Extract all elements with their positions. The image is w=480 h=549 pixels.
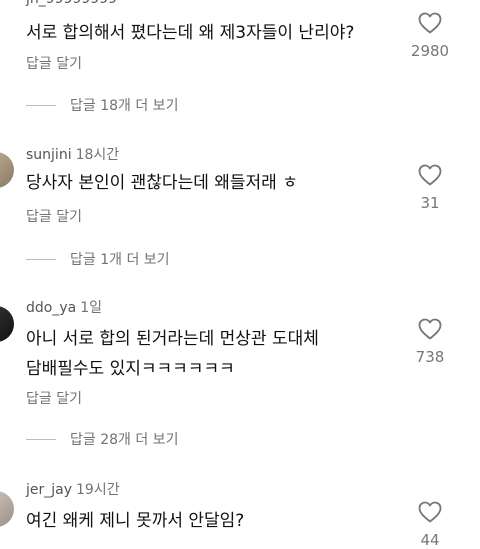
comment-item: sunjini 18시간 당사자 본인이 괜찮다는데 왜들저래 ㅎ 답글 달기 3… xyxy=(0,140,480,240)
heart-outline-icon xyxy=(418,164,442,186)
view-more-replies-button[interactable]: 답글 18개 더 보기 xyxy=(26,95,178,115)
user-avatar[interactable] xyxy=(0,491,14,527)
comment-timestamp: 19시간 xyxy=(76,482,120,498)
comment-item: jer_jay 19시간 여긴 왜케 제니 못까서 안달임? 44 xyxy=(0,473,480,549)
like-button[interactable]: 2980 xyxy=(400,12,460,60)
view-more-replies-label: 답글 18개 더 보기 xyxy=(70,98,179,114)
comment-meta: sunjini 18시간 xyxy=(26,144,119,164)
comment-meta: jh_99999999 xyxy=(26,0,117,7)
like-button[interactable]: 44 xyxy=(400,501,460,549)
view-more-replies-label: 답글 28개 더 보기 xyxy=(70,432,179,448)
comment-item: jh_99999999 서로 합의해서 폈다는데 왜 제3자들이 난리야? 답글… xyxy=(0,0,480,100)
like-count: 738 xyxy=(415,348,445,366)
comment-username[interactable]: ddo_ya xyxy=(26,300,76,316)
reply-button[interactable]: 답글 달기 xyxy=(26,206,82,226)
comment-text-line: 여긴 왜케 제니 못까서 안달임? xyxy=(26,511,245,531)
like-count: 31 xyxy=(420,194,440,212)
view-more-replies-button[interactable]: 답글 28개 더 보기 xyxy=(26,429,178,449)
heart-outline-icon xyxy=(418,501,442,523)
replies-divider-line xyxy=(26,258,56,260)
like-count: 2980 xyxy=(410,42,450,60)
comment-text-line: 담배필수도 있지ㅋㅋㅋㅋㅋㅋ xyxy=(26,359,235,379)
reply-button[interactable]: 답글 달기 xyxy=(26,388,82,408)
comment-text: 여긴 왜케 제니 못까서 안달임? xyxy=(26,506,406,536)
comment-timestamp: 18시간 xyxy=(75,147,120,163)
comment-meta: jer_jay 19시간 xyxy=(26,479,120,499)
replies-divider-line xyxy=(26,438,56,440)
view-more-replies-button[interactable]: 답글 1개 더 보기 xyxy=(26,249,170,269)
comment-text-line: 아니 서로 합의 된거라는데 먼상관 도대체 xyxy=(26,329,319,349)
like-count: 44 xyxy=(420,531,440,549)
comment-timestamp: 1일 xyxy=(80,300,102,316)
comment-text: 아니 서로 합의 된거라는데 먼상관 도대체 담배필수도 있지ㅋㅋㅋㅋㅋㅋ xyxy=(26,324,406,384)
comment-text: 서로 합의해서 폈다는데 왜 제3자들이 난리야? xyxy=(26,18,406,48)
user-avatar[interactable] xyxy=(0,152,14,188)
comment-text-line: 서로 합의해서 폈다는데 왜 제3자들이 난리야? xyxy=(26,23,355,43)
comment-meta: ddo_ya 1일 xyxy=(26,297,102,317)
reply-button[interactable]: 답글 달기 xyxy=(26,53,82,73)
like-button[interactable]: 738 xyxy=(400,318,460,366)
comment-item: ddo_ya 1일 아니 서로 합의 된거라는데 먼상관 도대체 담배필수도 있지… xyxy=(0,292,480,412)
comment-text-line: 당사자 본인이 괜찮다는데 왜들저래 ㅎ xyxy=(26,173,298,193)
user-avatar[interactable] xyxy=(0,306,14,342)
comment-username[interactable]: jer_jay xyxy=(26,482,72,498)
comment-text: 당사자 본인이 괜찮다는데 왜들저래 ㅎ xyxy=(26,168,406,198)
heart-outline-icon xyxy=(418,318,442,340)
like-button[interactable]: 31 xyxy=(400,164,460,212)
view-more-replies-label: 답글 1개 더 보기 xyxy=(70,252,170,268)
replies-divider-line xyxy=(26,104,56,106)
heart-outline-icon xyxy=(418,12,442,34)
comment-username[interactable]: jh_99999999 xyxy=(26,0,117,7)
comment-username[interactable]: sunjini xyxy=(26,147,72,163)
